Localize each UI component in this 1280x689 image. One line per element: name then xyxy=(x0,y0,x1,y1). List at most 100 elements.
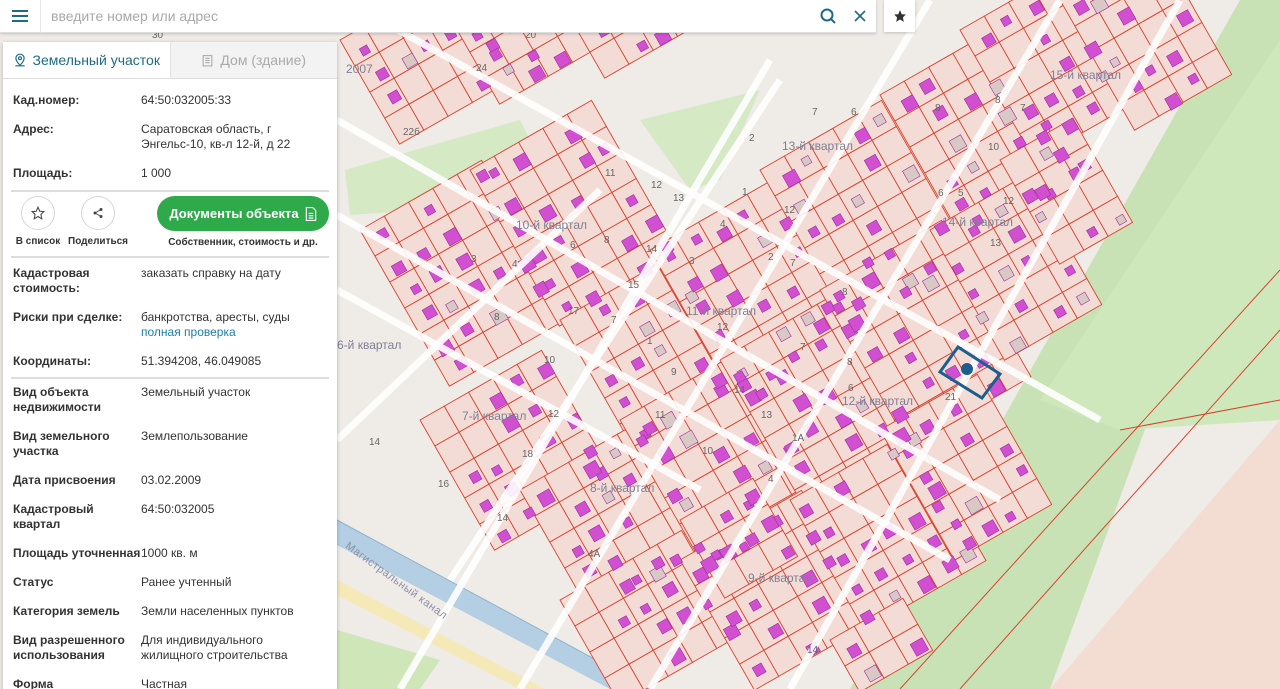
lot-number: 4A xyxy=(588,549,601,560)
tab-building-label: Дом (здание) xyxy=(220,52,307,68)
clear-button[interactable] xyxy=(844,0,876,33)
star-icon xyxy=(893,10,906,22)
property-label: Вид земельного участка xyxy=(13,429,141,459)
coords-label: Координаты: xyxy=(13,354,92,368)
cad-number-link[interactable]: 64:50:032005:33 xyxy=(141,93,327,108)
coords-row: Координаты: 51.394208, 46.049085 xyxy=(3,354,337,369)
quarter-label: 11-й квартал xyxy=(686,304,757,318)
documents-action: Документы объекта Собственник, стоимость… xyxy=(157,196,329,248)
tab-land-plot[interactable]: Земельный участок xyxy=(3,42,170,78)
lot-number: 7 xyxy=(790,258,796,269)
lot-number: 7 xyxy=(812,107,818,118)
property-label-line1: Статус xyxy=(13,575,54,589)
lot-number: 1A xyxy=(792,433,805,444)
property-value: 03.02.2009 xyxy=(141,473,327,488)
property-row: Кадастровый квартал 64:50:032005 xyxy=(3,502,337,532)
lot-number: 3 xyxy=(689,256,695,267)
lot-number: 13 xyxy=(673,193,685,204)
tab-building[interactable]: Дом (здание) xyxy=(169,42,337,78)
area-label: Площадь: xyxy=(13,166,73,180)
property-label-line1: Кадастровый xyxy=(13,502,94,516)
property-label-line2: использования xyxy=(13,648,105,662)
quarter-label: 15-й квартал xyxy=(1050,68,1121,82)
lot-number: 8 xyxy=(842,287,848,298)
documents-subtitle: Собственник, стоимость и др. xyxy=(168,237,318,248)
property-label-line2: квартал xyxy=(13,517,61,531)
lot-number: 6 xyxy=(570,240,576,251)
property-label-line2: недвижимости xyxy=(13,400,101,414)
lot-number: 6 xyxy=(851,107,857,118)
lot-number: 13 xyxy=(761,410,773,421)
lot-number: 14 xyxy=(734,385,746,396)
lot-number: 9 xyxy=(671,367,677,378)
lot-number: 4 xyxy=(512,259,518,270)
search-icon xyxy=(820,8,836,24)
property-label-line1: Площадь уточненная xyxy=(13,546,141,560)
order-certificate-link[interactable]: заказать справку на дату xyxy=(141,266,327,296)
lot-number: 18 xyxy=(522,449,534,460)
cad-cost-label-line2: стоимость: xyxy=(13,281,80,295)
property-label: Кадастровый квартал xyxy=(13,502,141,532)
documents-button-label: Документы объекта xyxy=(169,206,299,221)
cad-number-row: Кад.номер: 64:50:032005:33 xyxy=(3,93,337,108)
property-label: Вид объекта недвижимости xyxy=(13,385,141,415)
risks-value: банкротства, аресты, суды полная проверк… xyxy=(141,310,327,340)
documents-button[interactable]: Документы объекта xyxy=(157,196,329,231)
property-value: Земельный участок xyxy=(141,385,327,415)
property-label-line1: Вид земельного xyxy=(13,429,110,443)
search-bar xyxy=(0,0,876,33)
property-label: Дата присвоения xyxy=(13,473,141,488)
area-value: 1 000 xyxy=(141,166,172,180)
address-label: Адрес: xyxy=(13,122,54,136)
add-to-list-label: В список xyxy=(15,236,61,247)
quarter-label: 10-й квартал xyxy=(516,218,587,232)
lot-number: 12 xyxy=(717,322,729,333)
property-label-line1: Вид объекта xyxy=(13,385,89,399)
action-bar: В список Поделиться Документы объекта Со… xyxy=(3,196,337,256)
quarter-label: 12-й квартал xyxy=(842,394,913,408)
quarter-label: 6-й квартал xyxy=(337,338,402,352)
property-row: Площадь уточненная 1000 кв. м xyxy=(3,546,337,561)
favorites-button[interactable] xyxy=(884,0,915,32)
address-line-2: Энгельс-10, кв-л 12-й, д 22 xyxy=(141,137,291,151)
lot-number: 8 xyxy=(995,95,1001,106)
property-row: Статус Ранее учтенный xyxy=(3,575,337,590)
lot-number: 22б xyxy=(403,127,420,138)
property-value-line1: Для индивидуального xyxy=(141,633,263,647)
property-label-line1: Вид разрешенного xyxy=(13,633,125,647)
property-value: 64:50:032005 xyxy=(141,502,327,532)
address-value: Саратовская область, г Энгельс-10, кв-л … xyxy=(141,122,327,152)
divider xyxy=(11,256,329,258)
search-input[interactable] xyxy=(41,0,812,32)
close-icon xyxy=(854,10,866,22)
property-value: Земли населенных пунктов xyxy=(141,604,327,619)
share-button[interactable] xyxy=(81,196,115,230)
lot-number: 14 xyxy=(807,645,819,656)
star-outline-icon xyxy=(31,206,45,220)
property-value-line1: Земельный участок xyxy=(141,385,251,399)
full-check-link[interactable]: полная проверка xyxy=(141,325,327,340)
property-label-line1: Форма xyxy=(13,677,54,689)
lot-number: 14 xyxy=(646,244,658,255)
favorite-action: В список xyxy=(11,196,65,247)
quarter-label: 8-й квартал xyxy=(590,481,655,495)
quarter-label: 13-й квартал xyxy=(782,139,853,153)
share-label: Поделиться xyxy=(68,236,129,247)
add-to-list-button[interactable] xyxy=(21,196,55,230)
lot-number: 13 xyxy=(990,238,1002,249)
menu-button[interactable] xyxy=(0,0,41,33)
property-value-line1: Землепользование xyxy=(141,429,248,443)
property-value-line1: Земли населенных пунктов xyxy=(141,604,294,618)
lot-number: 8 xyxy=(935,103,941,114)
property-value-line1: Ранее учтенный xyxy=(141,575,232,589)
lot-number: 3 xyxy=(471,254,477,265)
search-button[interactable] xyxy=(812,0,844,33)
lot-number: 8 xyxy=(847,357,853,368)
lot-number: 12 xyxy=(1003,196,1015,207)
lot-number: 24 xyxy=(476,63,488,74)
share-action: Поделиться xyxy=(68,196,129,247)
lot-number: 4 xyxy=(768,474,774,485)
lot-number: 4 xyxy=(720,219,726,230)
address-row: Адрес: Саратовская область, г Энгельс-10… xyxy=(3,122,337,152)
property-label: Форма xyxy=(13,677,141,689)
